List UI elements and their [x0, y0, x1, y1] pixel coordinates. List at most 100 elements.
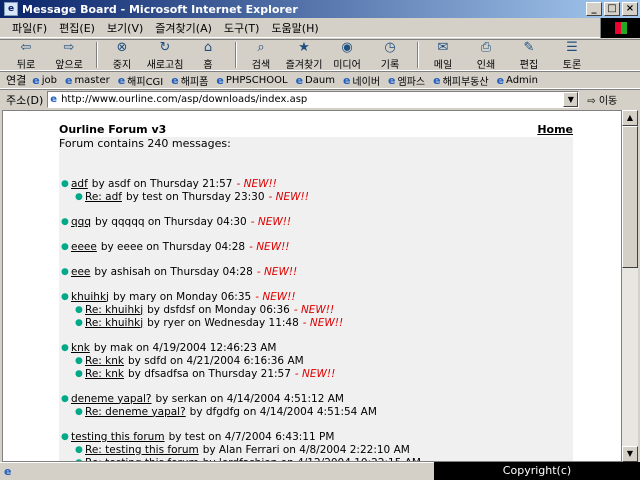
new-badge: - NEW!!	[293, 303, 335, 316]
post-meta: by eeee on Thursday 04:28	[100, 240, 246, 253]
link-page-icon: e	[117, 73, 126, 87]
menu-favorites[interactable]: 즐겨찾기(A)	[149, 20, 218, 36]
link-item[interactable]: e 엠파스	[388, 73, 425, 88]
menu-tools[interactable]: 도구(T)	[218, 20, 266, 36]
link-label: job	[41, 74, 57, 86]
toolbar-button-9[interactable]: ✉ 메일	[423, 40, 463, 71]
link-item[interactable]: e Admin	[497, 74, 538, 87]
link-label: master	[74, 74, 110, 86]
post-subject-link[interactable]: Re: khuihkj	[85, 317, 143, 329]
reply-item: ● Re: khuihkj by dsfdsf on Monday 06:36- N…	[61, 303, 571, 316]
post-subject-link[interactable]: deneme yapal?	[71, 393, 152, 405]
toolbar-button-label: 새로고침	[146, 59, 184, 71]
minimize-button[interactable]: _	[586, 2, 602, 16]
new-badge: - NEW!!	[256, 265, 298, 278]
media-icon: ◉	[341, 39, 353, 55]
bullet-icon: ●	[61, 393, 69, 404]
post-subject-link[interactable]: knk	[71, 342, 90, 354]
post-subject-link[interactable]: Re: khuihkj	[85, 304, 143, 316]
toolbar-button-1[interactable]: ⇨ 앞으로	[49, 40, 89, 71]
link-item[interactable]: e PHPSCHOOL	[216, 74, 287, 87]
scroll-down-icon[interactable]: ▼	[622, 446, 638, 462]
post-subject-link[interactable]: eeee	[71, 241, 97, 253]
toolbar-button-10[interactable]: ⎙ 인쇄	[466, 40, 506, 71]
post-subject-link[interactable]: qqq	[71, 216, 91, 228]
bullet-icon: ●	[61, 342, 69, 353]
menu-edit[interactable]: 편집(E)	[53, 20, 101, 36]
menu-file[interactable]: 파일(F)	[6, 20, 53, 36]
chevron-down-icon[interactable]: ▼	[563, 92, 579, 107]
toolbar-button-6[interactable]: ★ 즐겨찾기	[284, 40, 324, 71]
bullet-icon: ●	[75, 355, 83, 366]
new-badge: - NEW!!	[236, 177, 277, 190]
links-bar: 연결 e job e master e 해피CGI e 해피폼 e PHPSCHOOL e Daum e…	[0, 71, 640, 89]
toolbar-button-2[interactable]: ⊗ 중지	[102, 40, 142, 71]
home-link[interactable]: Home	[537, 123, 573, 136]
window-titlebar: e Message Board - Microsoft Internet Exp…	[0, 0, 640, 18]
toolbar-button-8[interactable]: ◷ 기록	[370, 40, 410, 71]
menu-help[interactable]: 도움말(H)	[265, 20, 324, 36]
scroll-thumb[interactable]	[622, 126, 638, 268]
link-label: 네이버	[352, 76, 381, 88]
post-subject-link[interactable]: Re: adf	[85, 191, 122, 203]
link-page-icon: e	[64, 73, 73, 87]
thread-item: ● qqq by qqqqq on Thursday 04:30- NEW!!	[61, 215, 571, 228]
refresh-icon: ↻	[159, 39, 171, 55]
go-label: 이동	[598, 96, 618, 107]
menu-view[interactable]: 보기(V)	[101, 20, 149, 36]
back-icon: ⇦	[20, 39, 32, 55]
thread-group: ● knk by mak on 4/19/2004 12:46:23 AM ● Re: …	[61, 341, 571, 380]
address-input[interactable]: e http://www.ourline.com/asp/downloads/i…	[47, 91, 580, 108]
post-subject-link[interactable]: testing this forum	[71, 431, 165, 443]
link-label: 해피부동산	[442, 76, 489, 88]
link-item[interactable]: e master	[65, 74, 110, 87]
post-subject-link[interactable]: khuihkj	[71, 291, 109, 303]
toolbar-button-7[interactable]: ◉ 미디어	[327, 40, 367, 71]
bullet-icon: ●	[61, 291, 69, 302]
toolbar-button-11[interactable]: ✎ 편집	[509, 40, 549, 71]
post-subject-link[interactable]: adf	[71, 178, 88, 190]
new-badge: - NEW!!	[250, 215, 292, 228]
post-subject-link[interactable]: eee	[71, 266, 90, 278]
menu-bar: 파일(F) 편집(E) 보기(V) 즐겨찾기(A) 도구(T) 도움말(H)	[0, 18, 640, 38]
thread-list: ● adf by asdf on Thursday 21:57- NEW!! ● Re:…	[61, 177, 571, 462]
copyright-banner: Copyright(c) http://www.happycgi.com	[434, 462, 640, 480]
link-item[interactable]: e 해피부동산	[433, 73, 488, 88]
toolbar-button-12[interactable]: ☰ 토론	[552, 40, 592, 71]
toolbar-button-3[interactable]: ↻ 새로고침	[145, 40, 185, 71]
thread-item: ● eeee by eeee on Thursday 04:28- NEW!!	[61, 240, 571, 253]
go-button[interactable]: ⇨ 이동	[587, 92, 617, 107]
post-meta: by ryer on Wednesday 11:48	[147, 316, 299, 329]
toolbar-button-4[interactable]: ⌂ 홈	[188, 40, 228, 71]
thread-item: ● eee by ashisah on Thursday 04:28- NEW!!	[61, 265, 571, 278]
bullet-icon: ●	[61, 216, 69, 227]
toolbar-button-0[interactable]: ⇦ 뒤로	[6, 40, 46, 71]
reply-item: ● Re: khuihkj by ryer on Wednesday 11:48- …	[61, 316, 571, 329]
link-item[interactable]: e Daum	[296, 74, 335, 87]
bullet-icon: ●	[75, 444, 83, 455]
close-button[interactable]: ×	[622, 2, 638, 16]
address-url: http://www.ourline.com/asp/downloads/ind…	[61, 94, 308, 105]
toolbar-button-label: 즐겨찾기	[285, 59, 323, 71]
post-subject-link[interactable]: Re: deneme yapal?	[85, 406, 186, 418]
link-label: 해피CGI	[127, 76, 164, 88]
link-item[interactable]: e 해피폼	[171, 73, 208, 88]
link-item[interactable]: e 네이버	[343, 73, 380, 88]
toolbar-separator	[96, 42, 98, 68]
maximize-button[interactable]: □	[604, 2, 620, 16]
toolbar-button-5[interactable]: ⌕ 검색	[241, 40, 281, 71]
forum-header-area: Ourline Forum v3 Home Forum contains 240…	[59, 123, 573, 150]
new-badge: - NEW!!	[302, 316, 344, 329]
link-item[interactable]: e job	[32, 74, 57, 87]
status-page-icon: e	[4, 465, 12, 478]
link-item[interactable]: e 해피CGI	[118, 73, 164, 88]
vertical-scrollbar[interactable]: ▲ ▼	[622, 110, 638, 462]
post-subject-link[interactable]: Re: testing this forum	[85, 444, 199, 456]
reply-item: ● Re: knk by sdfd on 4/21/2004 6:16:36 AM	[61, 354, 571, 367]
thread-group: ● eeee by eeee on Thursday 04:28- NEW!!	[61, 240, 571, 253]
ie-icon: e	[4, 2, 18, 16]
post-subject-link[interactable]: Re: knk	[85, 355, 124, 367]
post-subject-link[interactable]: Re: knk	[85, 368, 124, 380]
scroll-up-icon[interactable]: ▲	[622, 110, 638, 126]
edit-icon: ✎	[523, 39, 535, 55]
